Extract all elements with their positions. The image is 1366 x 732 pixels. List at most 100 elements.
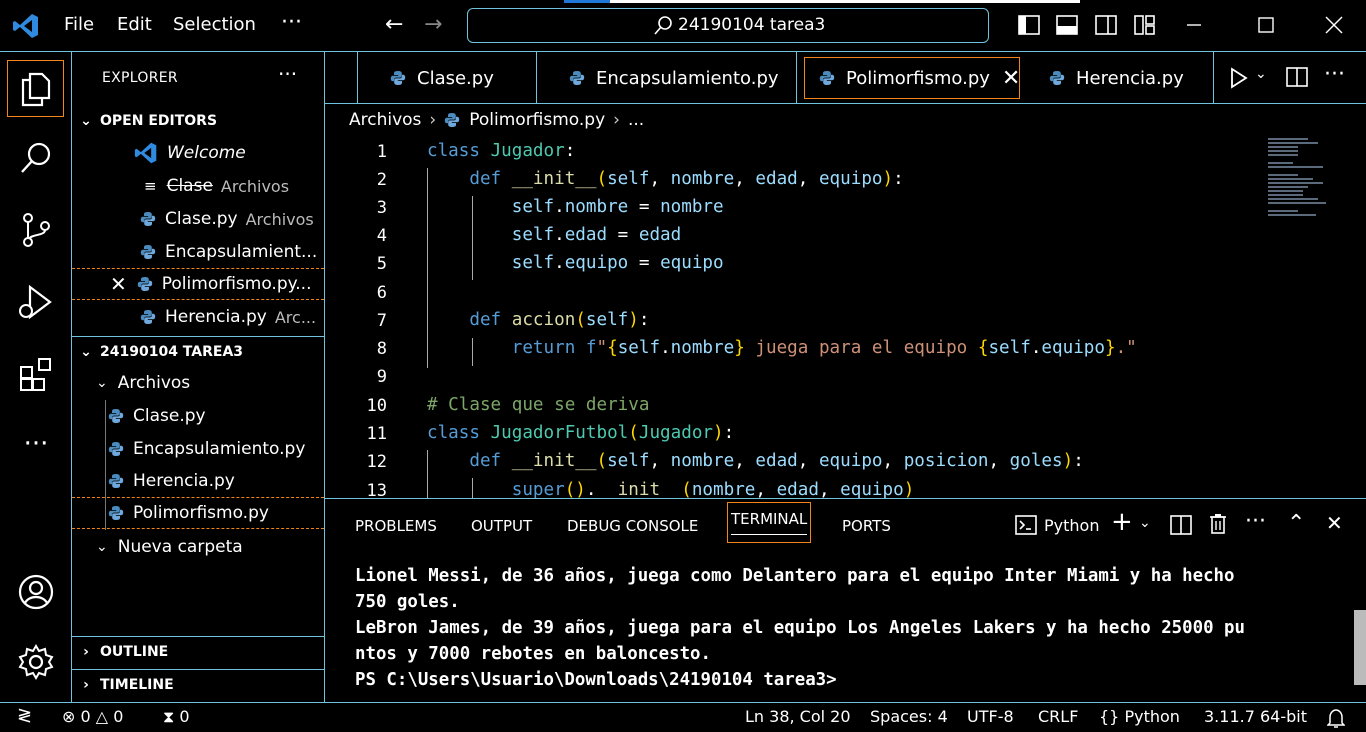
interpreter-status[interactable]: 3.11.7 64-bit [1204,707,1307,726]
explorer-icon[interactable] [7,60,64,117]
chevron-down-icon[interactable]: ⌄ [1139,515,1151,531]
tab-label: Herencia.py [1076,67,1184,89]
split-terminal-icon[interactable] [1170,514,1192,536]
tab-ports[interactable]: PORTS [842,517,891,535]
file-polimorfismo-py[interactable]: Polimorfismo.py [72,497,324,529]
open-editor-welcome[interactable]: Welcome [72,137,324,169]
accounts-icon[interactable] [0,562,72,622]
open-editor-encapsulamiento[interactable]: Encapsulamient... [72,236,324,268]
customize-layout-icon[interactable] [1133,14,1157,36]
tab-debug-console[interactable]: DEBUG CONSOLE [567,517,698,535]
chevron-down-icon: ⌄ [96,375,108,391]
braces-icon: {} [1099,707,1120,726]
file-clase-py[interactable]: Clase.py [72,400,324,432]
notifications-bell-icon[interactable] [1327,708,1345,728]
maximize-panel-icon[interactable]: ⌃ [1287,511,1305,536]
minimize-icon[interactable] [1182,14,1206,36]
line-number: 3 [376,198,387,218]
cursor-position[interactable]: Ln 38, Col 20 [745,707,851,726]
open-editor-clase-preview[interactable]: ≡ Clase Archivos [72,170,324,202]
menu-edit[interactable]: Edit [117,14,152,35]
code-line: def __init__(self, nombre, edad, equipo)… [469,169,904,189]
menu-more-icon[interactable]: ··· [281,10,302,35]
close-panel-icon[interactable]: ✕ [1326,511,1343,535]
close-tab-icon[interactable]: ✕ [1002,66,1020,91]
chevron-down-icon: ⌄ [80,113,92,129]
split-editor-icon[interactable] [1286,66,1308,88]
toggle-secondary-sidebar-icon[interactable] [1094,14,1118,36]
breadcrumb-symbol[interactable]: ... [628,110,644,130]
tab-terminal-label: TERMINAL [731,510,808,528]
tab-encapsulamiento-py[interactable]: Encapsulamiento.py [537,52,797,104]
more-views-icon[interactable]: ··· [0,414,72,474]
back-arrow-icon[interactable]: ← [385,12,403,37]
tab-polimorfismo-py[interactable]: Polimorfismo.py ✕ [804,57,1020,99]
maximize-icon[interactable] [1254,14,1278,36]
tab-output[interactable]: OUTPUT [471,517,532,535]
indentation-status[interactable]: Spaces: 4 [870,707,948,726]
tab-herencia-py[interactable]: Herencia.py [1027,52,1207,104]
close-editor-icon[interactable]: ✕ [110,272,127,296]
search-icon [654,16,672,35]
source-control-icon[interactable] [0,200,72,260]
file-herencia-py[interactable]: Herencia.py [72,465,324,497]
timeline-header[interactable]: › TIMELINE [72,669,324,699]
command-center-search[interactable]: 24190104 tarea3 [467,0,1080,43]
search-view-icon[interactable] [0,128,72,188]
tab-label: Polimorfismo.py [846,67,990,89]
breadcrumb-file[interactable]: Polimorfismo.py [469,110,605,130]
status-bar: ≷ ⊗ 0 △ 0 ⧗ 0 Ln 38, Col 20 Spaces: 4 UT… [0,702,1366,732]
workspace-header[interactable]: ⌄ 24190104 TAREA3 [72,336,324,366]
line-number: 9 [376,367,387,387]
tab-clase-py[interactable]: Clase.py [357,52,537,104]
explorer-title: EXPLORER [102,70,178,86]
open-editors-header[interactable]: ⌄ OPEN EDITORS [72,106,324,136]
terminal-scrollbar[interactable] [1354,610,1366,685]
terminal-profile[interactable]: Python [1044,516,1099,535]
tab-terminal[interactable]: TERMINAL [727,502,812,543]
outline-header[interactable]: › OUTLINE [72,636,324,666]
more-actions-icon[interactable]: ··· [1245,509,1266,534]
more-actions-icon[interactable]: ··· [1324,62,1345,87]
breadcrumb-folder[interactable]: Archivos [349,110,421,130]
toggle-primary-sidebar-icon[interactable] [1017,14,1041,36]
editor-tabs: Clase.py Encapsulamiento.py Polimorfismo… [325,52,1366,104]
remote-indicator-icon[interactable]: ≷ [17,705,32,726]
code-editor[interactable]: 1 2 3 4 5 6 7 8 9 10 11 12 13 class Juga… [325,138,1366,498]
terminal-prompt[interactable]: PS C:\Users\Usuario\Downloads\24190104 t… [355,670,837,690]
menu-selection[interactable]: Selection [173,14,256,35]
chevron-down-icon: ⌄ [96,539,108,555]
folder-archivos[interactable]: ⌄ Archivos [72,367,324,399]
chevron-down-icon[interactable]: ⌄ [1255,66,1267,82]
trash-icon[interactable] [1208,513,1228,535]
open-editor-label: Welcome [167,143,246,163]
new-terminal-icon[interactable]: + [1111,507,1133,537]
open-editor-polimorfismo[interactable]: ✕ Polimorfismo.py... [72,268,324,300]
close-window-icon[interactable] [1322,14,1346,36]
explorer-more-icon[interactable]: ··· [278,62,297,86]
file-encapsulamiento-py[interactable]: Encapsulamiento.py [72,433,324,465]
open-editor-herencia[interactable]: Herencia.py Arc... [72,301,324,333]
problems-status[interactable]: ⊗ 0 △ 0 [62,707,123,726]
eol-status[interactable]: CRLF [1038,707,1078,726]
run-and-debug-icon[interactable] [0,272,72,332]
menu-file[interactable]: File [64,14,94,35]
run-file-icon[interactable] [1228,66,1250,90]
extensions-icon[interactable] [0,344,72,404]
toggle-panel-icon[interactable] [1055,14,1079,36]
workspace-title: 24190104 TAREA3 [100,343,244,360]
encoding-status[interactable]: UTF-8 [967,707,1014,726]
vscode-logo-icon[interactable] [12,12,40,40]
python-file-icon [444,112,460,128]
forward-arrow-icon[interactable]: → [424,12,442,37]
tab-problems[interactable]: PROBLEMS [355,517,437,535]
ports-status[interactable]: ⧗ 0 [163,707,190,727]
folder-label: Archivos [117,373,191,393]
language-status[interactable]: {} Python [1099,707,1180,726]
folder-nueva-carpeta[interactable]: ⌄ Nueva carpeta [72,531,324,563]
line-number: 11 [366,424,387,444]
line-number: 4 [376,226,387,246]
minimap[interactable] [1268,138,1328,228]
settings-gear-icon[interactable] [0,632,72,692]
open-editor-clase-py[interactable]: Clase.py Archivos [72,203,324,235]
